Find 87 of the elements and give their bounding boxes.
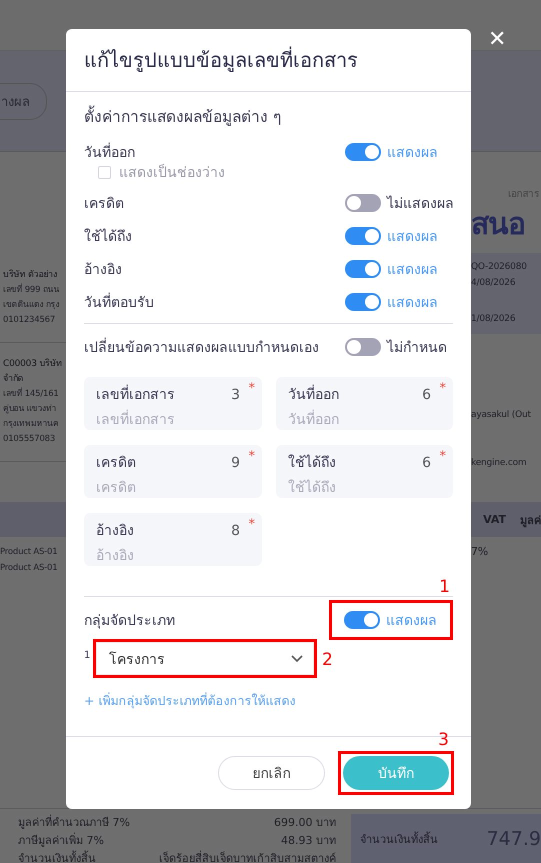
summary-value: 48.93 บาท <box>281 833 336 849</box>
annotation-number: 3 <box>438 732 449 749</box>
setting-label: กลุ่มจัดประเภท <box>84 612 175 630</box>
input-field[interactable]: เลขที่เอกสาร <box>96 409 246 431</box>
dropdown[interactable]: โครงการ <box>96 642 314 675</box>
setting-label: เปลี่ยนข้อความแสดงผลแบบกำหนดเอง <box>84 336 319 358</box>
section-title: ตั้งค่าการแสดงผลข้อมูลต่าง ๆ <box>84 104 453 129</box>
document-info: QO-2026080 <box>471 261 528 274</box>
contact-name: ayasakul (Out <box>471 410 532 420</box>
dropdown-value: โครงการ <box>109 650 165 670</box>
required-mark: * <box>440 449 446 464</box>
address-line: คู่บอน แขวงท่า <box>3 403 58 416</box>
address-line: เขตดินแดง กรุง <box>3 299 60 312</box>
customer-name: บริษัท ตัวอย่าง <box>3 268 58 282</box>
toggle-label: แสดงผล <box>387 294 438 312</box>
annotation-number: 1 <box>439 578 450 596</box>
document-title: สนอ <box>471 206 526 244</box>
toggle-label: แสดงผล <box>386 612 437 630</box>
input-field[interactable]: วันที่ออก <box>288 409 438 431</box>
toggle-label: แสดงผล <box>387 228 438 246</box>
summary-value: 699.00 บาท <box>274 815 336 831</box>
text-field[interactable]: เลขที่เอกสาร 3 * เลขที่เอกสาร <box>84 377 262 430</box>
character-count: 3 <box>231 387 240 403</box>
toggle-switch[interactable] <box>345 194 381 212</box>
email-text: kengine.com <box>471 458 528 468</box>
summary-value: เจ็ดร้อยสี่สิบเจ็ดบาทเก้าสิบสามสตางค์ <box>159 850 336 863</box>
table-cell-text: 7% <box>471 544 490 560</box>
address-line: 0101234567 <box>3 314 56 327</box>
toggle-switch[interactable] <box>345 226 381 244</box>
document-info: 1/08/2026 <box>471 313 516 326</box>
address-line: เลขที่ 999 ถนน <box>3 283 60 297</box>
toggle-label: แสดงผล <box>387 260 438 280</box>
summary-label: ภาษีมูลค่าเพิ่ม 7% <box>18 832 104 849</box>
column-header: VAT <box>483 513 506 526</box>
setting-label: อ้างอิง <box>84 260 122 280</box>
cancel-button[interactable]: ยกเลิก <box>218 756 325 790</box>
product-description: Product AS-01 <box>0 562 58 575</box>
field-label: วันที่ออก <box>288 383 339 405</box>
customer-name: C00003 บริษัท <box>3 358 63 371</box>
setting-label: วันที่ออก <box>84 142 135 162</box>
toggle-switch[interactable] <box>344 610 380 628</box>
character-count: 6 <box>422 387 431 403</box>
column-header: มูลค่ <box>520 512 541 528</box>
field-label: เลขที่เอกสาร <box>96 383 175 405</box>
close-button[interactable]: ✕ <box>488 28 506 52</box>
character-count: 9 <box>231 455 240 471</box>
toggle-label: ไม่แสดงผล <box>387 194 454 214</box>
summary-label: มูลค่าที่คำนวณภาษี 7% <box>18 814 130 831</box>
summary-label: จำนวนเงินทั้งสิ้น <box>18 850 96 863</box>
text-field[interactable]: ใช้ได้ถึง 6 * ใช้ได้ถึง <box>276 445 453 498</box>
total-label: จำนวนเงินทั้งสิ้น <box>360 830 438 848</box>
field-label: ใช้ได้ถึง <box>288 454 336 473</box>
required-mark: * <box>440 381 446 396</box>
address-line: 0105557083 <box>3 433 56 446</box>
required-mark: * <box>248 517 255 532</box>
input-field[interactable]: อ้างอิง <box>96 545 246 567</box>
toggle-switch[interactable] <box>345 292 381 310</box>
setting-label: เครดิต <box>84 194 124 214</box>
customer-name: จำกัด <box>3 372 24 386</box>
annotation-number: 2 <box>322 652 333 669</box>
product-name: Product AS-01 <box>0 546 58 559</box>
checkbox[interactable] <box>98 166 111 178</box>
input-field[interactable]: ใช้ได้ถึง <box>288 477 438 499</box>
checkbox-label: แสดงเป็นช่องว่าง <box>119 162 225 183</box>
text-field[interactable]: เครดิต 9 * เครดิต <box>84 445 262 498</box>
text-field[interactable]: วันที่ออก 6 * วันที่ออก <box>276 377 453 430</box>
required-mark: * <box>248 381 255 396</box>
toggle-switch[interactable] <box>345 142 381 160</box>
address-line: กรุงเทพมหานค <box>3 418 60 431</box>
dialog-title: แก้ไขรูปแบบข้อมูลเลขที่เอกสาร <box>84 46 358 74</box>
required-mark: * <box>248 449 255 464</box>
toggle-switch[interactable] <box>345 338 381 356</box>
text-field[interactable]: อ้างอิง 8 * อ้างอิง <box>84 513 262 566</box>
character-count: 8 <box>231 523 240 539</box>
row-number: 1 <box>84 650 92 661</box>
field-label: อ้างอิง <box>96 522 134 541</box>
setting-label: ใช้ได้ถึง <box>84 228 132 246</box>
setting-label: วันที่ตอบรับ <box>84 292 154 312</box>
chevron-down-icon <box>291 654 303 662</box>
input-field[interactable]: เครดิต <box>96 477 246 499</box>
field-label: เครดิต <box>96 454 136 473</box>
character-count: 6 <box>422 455 431 471</box>
toggle-switch[interactable] <box>345 260 381 278</box>
toggle-label: ไม่กำหนด <box>387 338 447 358</box>
toggle-label: แสดงผล <box>387 144 438 162</box>
document-info: 4/08/2026 <box>471 277 516 290</box>
address-line: เลขที่ 145/161 <box>3 387 60 401</box>
